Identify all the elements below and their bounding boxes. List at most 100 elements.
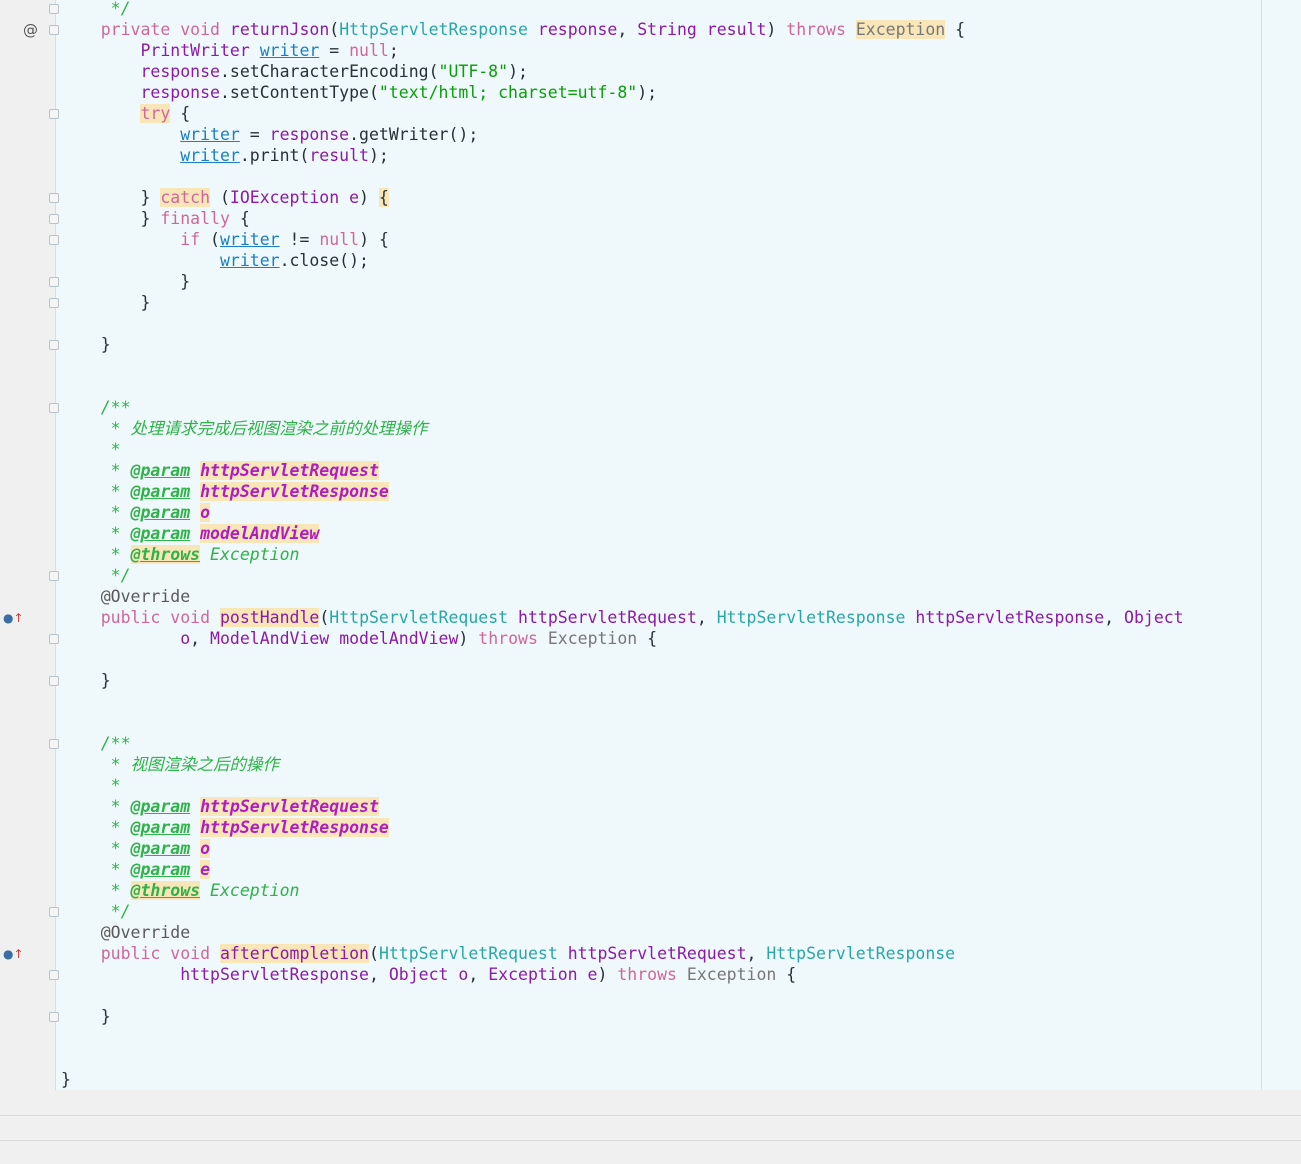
fold-marker-icon[interactable] (49, 235, 59, 245)
code-line[interactable]: if (writer != null) { (61, 229, 389, 250)
code-line[interactable]: public void postHandle(HttpServletReques… (61, 607, 1184, 628)
code-line[interactable]: * @param httpServletRequest (61, 460, 379, 481)
code-line[interactable]: writer = response.getWriter(); (61, 124, 478, 145)
code-token: ); (637, 83, 658, 102)
code-line[interactable]: httpServletResponse, Object o, Exception… (61, 964, 796, 985)
code-token: */ (61, 902, 131, 921)
fold-marker-icon[interactable] (49, 25, 59, 35)
implements-icon-1[interactable]: ●↑ (3, 611, 24, 626)
code-line[interactable]: * @param httpServletRequest (61, 796, 379, 817)
code-token: afterCompletion (219, 944, 369, 963)
code-token: , (468, 965, 489, 984)
code-token: Exception (855, 20, 946, 39)
code-line[interactable]: } (61, 1069, 71, 1090)
fold-marker-icon[interactable] (49, 739, 59, 749)
code-token: @throws (130, 881, 201, 900)
code-line[interactable]: try { (61, 103, 190, 124)
code-token: throws (617, 965, 677, 984)
code-line[interactable]: PrintWriter writer = null; (61, 40, 398, 61)
code-line[interactable]: response.setContentType("text/html; char… (61, 82, 657, 103)
code-line[interactable]: * @param httpServletResponse (61, 481, 389, 502)
code-area[interactable]: */ private void returnJson(HttpServletRe… (0, 0, 1301, 1090)
code-token: * (61, 440, 121, 459)
code-line[interactable]: /** (61, 397, 131, 418)
code-line[interactable]: } (61, 334, 111, 355)
fold-marker-icon[interactable] (49, 340, 59, 350)
fold-marker-icon[interactable] (49, 277, 59, 287)
fold-marker-icon[interactable] (49, 970, 59, 980)
code-line[interactable]: } (61, 271, 190, 292)
code-line[interactable]: } (61, 292, 150, 313)
code-token: HttpServletResponse (339, 20, 528, 39)
code-token: * (61, 545, 131, 564)
code-token: , (617, 20, 638, 39)
code-token: ( (319, 608, 330, 627)
code-line[interactable]: @Override (61, 922, 190, 943)
code-token: response (537, 20, 618, 39)
fold-marker-icon[interactable] (49, 571, 59, 581)
fold-marker-icon[interactable] (49, 676, 59, 686)
code-token: httpServletRequest (200, 797, 379, 816)
code-line[interactable]: * @param e (61, 859, 211, 880)
code-token: .setContentType( (219, 83, 379, 102)
fold-marker-icon[interactable] (49, 109, 59, 119)
code-line[interactable]: * @throws Exception (61, 544, 299, 565)
code-line[interactable]: /** (61, 733, 131, 754)
code-line[interactable]: private void returnJson(HttpServletRespo… (61, 19, 965, 40)
panel-divider (0, 1140, 1301, 1141)
code-line[interactable]: } finally { (61, 208, 249, 229)
fold-marker-icon[interactable] (49, 193, 59, 203)
code-token: @param (130, 860, 191, 879)
code-line[interactable]: */ (61, 0, 131, 19)
code-line[interactable]: @Override (61, 586, 190, 607)
code-line[interactable]: */ (61, 901, 131, 922)
code-line[interactable]: * @throws Exception (61, 880, 299, 901)
code-token: ) (766, 20, 787, 39)
code-line[interactable]: * @param o (61, 502, 211, 523)
fold-marker-icon[interactable] (49, 4, 59, 14)
code-line[interactable]: writer.print(result); (61, 145, 389, 166)
code-token: throws (478, 629, 538, 648)
fold-marker-icon[interactable] (49, 403, 59, 413)
code-line[interactable]: response.setCharacterEncoding("UTF-8"); (61, 61, 527, 82)
code-line[interactable]: * @param httpServletResponse (61, 817, 389, 838)
code-token: Exception (210, 881, 300, 900)
code-token: postHandle (219, 608, 320, 627)
code-token: @param (130, 524, 191, 543)
code-line[interactable]: } catch (IOException e) { (61, 187, 389, 208)
fold-marker-icon[interactable] (49, 214, 59, 224)
code-editor[interactable]: */ private void returnJson(HttpServletRe… (0, 0, 1301, 1090)
code-token: writer (219, 251, 280, 270)
code-token: ( (210, 188, 230, 207)
code-token: } (61, 209, 161, 228)
code-line[interactable]: * (61, 439, 121, 460)
fold-marker-icon[interactable] (49, 634, 59, 644)
at-sign-icon[interactable]: @ (23, 23, 38, 38)
code-token: } (61, 671, 111, 690)
code-line[interactable]: * 处理请求完成后视图渲染之前的处理操作 (61, 418, 428, 439)
implements-icon-2[interactable]: ●↑ (3, 947, 24, 962)
code-line[interactable]: o, ModelAndView modelAndView) throws Exc… (61, 628, 657, 649)
code-line[interactable]: } (61, 670, 111, 691)
code-token: result (309, 146, 369, 165)
code-line[interactable]: } (61, 1006, 111, 1027)
code-token: * 处理请求完成后视图渲染之前的处理操作 (61, 419, 428, 438)
fold-marker-icon[interactable] (49, 907, 59, 917)
code-line[interactable]: * @param modelAndView (61, 523, 320, 544)
code-line[interactable]: * (61, 775, 121, 796)
fold-marker-icon[interactable] (49, 298, 59, 308)
code-line[interactable]: * @param o (61, 838, 211, 859)
code-line[interactable]: * 视图渲染之后的操作 (61, 754, 279, 775)
code-line[interactable]: public void afterCompletion(HttpServletR… (61, 943, 955, 964)
code-line[interactable]: */ (61, 565, 131, 586)
code-token: */ (61, 0, 131, 18)
fold-marker-icon[interactable] (49, 1012, 59, 1022)
code-line[interactable]: writer.close(); (61, 250, 369, 271)
